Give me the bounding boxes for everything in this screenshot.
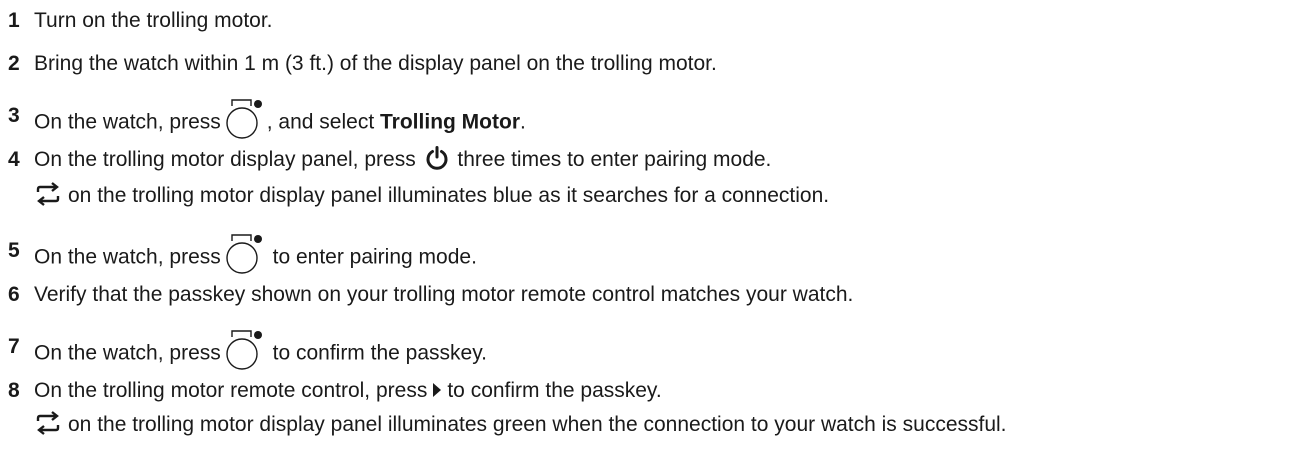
forward-arrow-icon: [431, 381, 443, 399]
status-note: on the trolling motor display panel illu…: [68, 413, 1007, 436]
menu-item-trolling-motor: Trolling Motor: [380, 110, 520, 134]
step-text-continued: to confirm the passkey.: [272, 341, 487, 365]
power-icon: [424, 145, 450, 171]
step-text-continued: , and select: [266, 110, 375, 134]
step-number: 7: [8, 335, 20, 358]
status-note: on the trolling motor display panel illu…: [68, 184, 830, 207]
step-3: 3 On the watch, press , and select Trolli…: [0, 99, 1289, 139]
step-number: 8: [8, 379, 20, 402]
step-6: 6 Verify that the passkey shown on your …: [0, 280, 1289, 310]
watch-button-icon: [225, 97, 265, 141]
step-text: Bring the watch within 1 m (3 ft.) of th…: [34, 52, 717, 75]
step-number: 3: [8, 104, 20, 127]
step-text: On the trolling motor remote control, pr…: [34, 379, 428, 402]
step-1: 1 Turn on the trolling motor.: [0, 6, 1289, 36]
watch-button-icon: [225, 232, 265, 276]
step-text: On the watch, press: [34, 245, 221, 269]
step-2: 2 Bring the watch within 1 m (3 ft.) of …: [0, 49, 1289, 79]
step-text: On the watch, press: [34, 110, 221, 134]
step-text-continued: to confirm the passkey.: [447, 379, 662, 402]
step-text: Verify that the passkey shown on your tr…: [34, 283, 854, 306]
watch-button-icon: [225, 328, 265, 372]
sync-icon: [34, 411, 62, 436]
period: .: [520, 110, 526, 134]
step-text: Turn on the trolling motor.: [34, 9, 273, 32]
step-7: 7 On the watch, press to confirm the pas…: [0, 330, 1289, 370]
step-5: 5 On the watch, press to enter pairing m…: [0, 234, 1289, 274]
step-number: 2: [8, 52, 20, 75]
step-number: 1: [8, 9, 20, 32]
step-8: 8 On the trolling motor remote control, …: [0, 376, 1289, 436]
step-text: On the trolling motor display panel, pre…: [34, 148, 416, 171]
pairing-steps: 1 Turn on the trolling motor. 2 Bring th…: [0, 0, 1289, 456]
step-4: 4 On the trolling motor display panel, p…: [0, 145, 1289, 207]
sync-icon: [34, 182, 62, 207]
step-text-continued: to enter pairing mode.: [272, 245, 477, 269]
step-text: On the watch, press: [34, 341, 221, 365]
step-text-continued: three times to enter pairing mode.: [457, 148, 772, 171]
step-number: 6: [8, 283, 20, 306]
step-number: 4: [8, 148, 20, 171]
step-number: 5: [8, 239, 20, 262]
